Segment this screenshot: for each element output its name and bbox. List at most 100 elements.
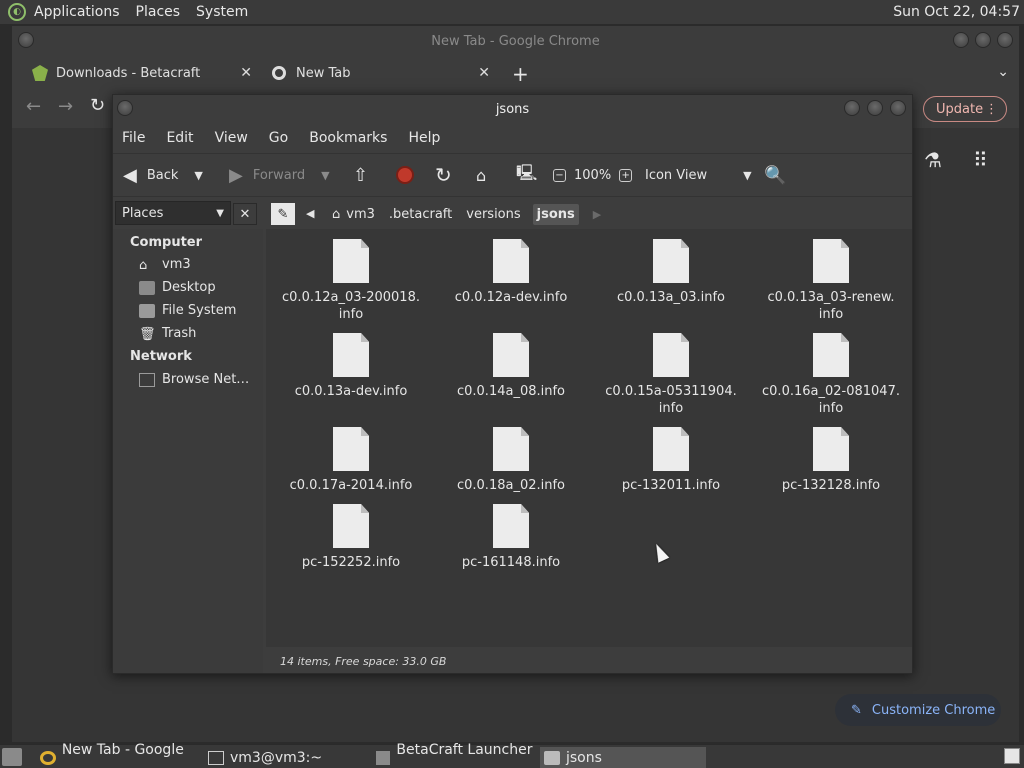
text-file-icon: [493, 427, 529, 471]
minimize-button[interactable]: [844, 100, 860, 116]
window-menu-button[interactable]: [18, 32, 34, 48]
chrome-window-title: New Tab - Google Chrome: [431, 33, 600, 49]
text-file-icon: [653, 333, 689, 377]
tab-downloads[interactable]: Downloads - Betacraft ✕: [32, 60, 252, 86]
tab-new-tab[interactable]: New Tab ✕: [272, 60, 490, 86]
back-arrow-icon[interactable]: ←: [26, 96, 41, 117]
menu-bookmarks[interactable]: Bookmarks: [309, 130, 387, 146]
sidebar-item-browse-network[interactable]: Browse Net…: [139, 372, 249, 387]
file-item[interactable]: c0.0.13a-dev.info: [273, 333, 429, 400]
path-segment-betacraft[interactable]: .betacraft: [389, 207, 452, 222]
path-scroll-left-icon[interactable]: ◀: [306, 207, 314, 220]
file-item[interactable]: pc-132011.info: [593, 427, 749, 494]
task-jsons[interactable]: jsons: [540, 747, 706, 768]
menu-file[interactable]: File: [122, 130, 145, 146]
menu-edit[interactable]: Edit: [166, 130, 193, 146]
sidebar-heading-computer: Computer: [130, 235, 203, 250]
sidebar-item-file-system[interactable]: File System: [139, 303, 236, 318]
file-name: c0.0.16a_02-081047. info: [762, 384, 900, 416]
back-label: Back: [146, 167, 179, 183]
menu-places[interactable]: Places: [136, 4, 181, 20]
file-item[interactable]: c0.0.12a-dev.info: [433, 239, 589, 306]
more-vert-icon[interactable]: ⋮: [985, 102, 998, 117]
reload-icon[interactable]: ↻: [90, 95, 105, 116]
file-item[interactable]: c0.0.13a_03-renew. info: [753, 239, 909, 323]
menu-go[interactable]: Go: [269, 130, 288, 146]
maximize-button[interactable]: [975, 32, 991, 48]
sidebar-item-desktop[interactable]: Desktop: [139, 280, 216, 295]
chevron-down-icon: ▼: [743, 168, 752, 182]
file-name: c0.0.13a_03-renew. info: [767, 290, 895, 322]
view-mode-select[interactable]: Icon View ▼: [645, 168, 752, 183]
clock[interactable]: Sun Oct 22, 04:57: [893, 4, 1020, 20]
text-file-icon: [653, 239, 689, 283]
home-folder-icon[interactable]: ⌂: [476, 166, 486, 185]
chevron-down-icon[interactable]: ⌄: [997, 64, 1009, 80]
sidebar-item-label: Trash: [162, 326, 197, 341]
file-item[interactable]: c0.0.12a_03-200018. info: [273, 239, 429, 323]
close-icon[interactable]: ✕: [240, 65, 252, 81]
path-scroll-right-icon[interactable]: ▶: [593, 208, 601, 221]
labs-flask-icon[interactable]: ⚗: [924, 148, 942, 172]
up-arrow-icon[interactable]: ⇧: [353, 165, 368, 186]
file-item[interactable]: c0.0.16a_02-081047. info: [753, 333, 909, 417]
file-item[interactable]: c0.0.17a-2014.info: [273, 427, 429, 494]
file-item[interactable]: pc-132128.info: [753, 427, 909, 494]
sidebar-item-vm3[interactable]: ⌂ vm3: [139, 257, 191, 273]
chrome-titlebar: New Tab - Google Chrome: [12, 26, 1019, 56]
task-terminal[interactable]: vm3@vm3:~: [204, 747, 367, 768]
new-tab-icon[interactable]: +: [512, 62, 529, 86]
menu-applications[interactable]: Applications: [34, 4, 120, 20]
sidebar-item-trash[interactable]: 🗑 Trash: [139, 326, 197, 342]
file-item[interactable]: c0.0.14a_08.info: [433, 333, 589, 400]
zoom-out-icon[interactable]: −: [553, 168, 566, 182]
close-button[interactable]: [890, 100, 906, 116]
fm-window-title: jsons: [495, 101, 530, 117]
workspace-switcher-icon[interactable]: [1004, 748, 1020, 764]
apps-grid-icon[interactable]: ⠿: [973, 148, 988, 172]
computer-icon[interactable]: 🖳: [516, 162, 537, 189]
forward-button[interactable]: ▶ Forward ▼: [229, 165, 330, 186]
search-icon[interactable]: 🔍: [764, 165, 786, 186]
task-betacraft[interactable]: BetaCraft Launcher ...: [372, 742, 535, 768]
text-file-icon: [493, 239, 529, 283]
distro-logo-icon[interactable]: ◐: [8, 3, 26, 21]
task-chrome[interactable]: New Tab - Google ...: [36, 742, 199, 768]
minimize-button[interactable]: [953, 32, 969, 48]
path-segment-vm3[interactable]: vm3: [346, 207, 375, 222]
zoom-in-icon[interactable]: +: [619, 168, 633, 182]
update-button[interactable]: Update ⋮: [923, 96, 1007, 122]
forward-arrow-icon[interactable]: →: [58, 96, 73, 117]
places-dropdown[interactable]: Places ▼: [115, 201, 231, 225]
back-button[interactable]: ◀ Back ▼: [123, 165, 203, 186]
back-arrow-icon: ◀: [123, 164, 137, 186]
menu-system[interactable]: System: [196, 4, 248, 20]
forward-label: Forward: [252, 167, 306, 183]
file-item[interactable]: c0.0.18a_02.info: [433, 427, 589, 494]
menu-help[interactable]: Help: [408, 130, 440, 146]
path-segment-jsons[interactable]: jsons: [532, 203, 579, 225]
show-desktop-icon[interactable]: [2, 748, 22, 766]
file-item[interactable]: c0.0.13a_03.info: [593, 239, 749, 306]
close-sidebar-icon[interactable]: ✕: [233, 203, 257, 225]
chevron-down-icon[interactable]: ▼: [194, 169, 202, 182]
close-button[interactable]: [997, 32, 1013, 48]
menu-view[interactable]: View: [215, 130, 248, 146]
close-icon[interactable]: ✕: [478, 65, 490, 81]
file-item[interactable]: c0.0.15a-05311904. info: [593, 333, 749, 417]
zoom-control: − 100% +: [553, 168, 633, 183]
file-item[interactable]: pc-152252.info: [273, 504, 429, 571]
icon-view[interactable]: c0.0.12a_03-200018. info c0.0.12a-dev.inf…: [266, 229, 912, 647]
edit-location-icon[interactable]: ✎: [271, 203, 295, 225]
chevron-down-icon[interactable]: ▼: [321, 169, 329, 182]
file-item[interactable]: pc-161148.info: [433, 504, 589, 571]
file-name: pc-152252.info: [301, 555, 401, 570]
stop-icon[interactable]: [396, 166, 414, 184]
maximize-button[interactable]: [867, 100, 883, 116]
reload-icon[interactable]: ↻: [435, 163, 452, 187]
customize-chrome-button[interactable]: ✎ Customize Chrome: [835, 694, 1001, 726]
file-manager-window: jsons File Edit View Go Bookmarks Help ◀…: [112, 94, 913, 674]
sidebar-item-label: Desktop: [162, 280, 216, 295]
window-menu-button[interactable]: [117, 100, 133, 116]
path-segment-versions[interactable]: versions: [466, 207, 520, 222]
